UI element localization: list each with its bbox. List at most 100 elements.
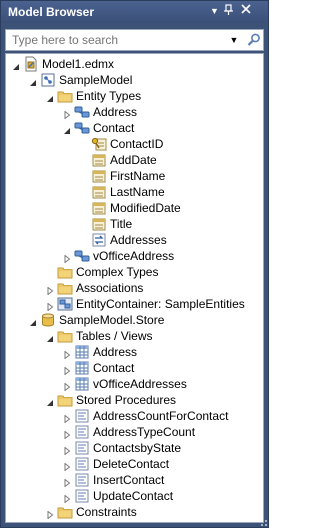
search-bar: ▼: [5, 29, 264, 51]
tree-item-label: AddressCountForContact: [93, 409, 229, 423]
tree-item[interactable]: InsertContact: [6, 472, 263, 488]
folder-icon: [57, 392, 73, 408]
tree-item[interactable]: ModifiedDate: [6, 200, 263, 216]
tree-item-label: Tables / Views: [76, 329, 153, 343]
stored-procedure-icon: [74, 408, 90, 424]
tree-item-label: Associations: [76, 281, 144, 295]
collapsed-arrow-icon[interactable]: [63, 428, 71, 440]
expanded-arrow-icon[interactable]: [46, 396, 54, 406]
tree-item[interactable]: AddDate: [6, 152, 263, 168]
collapsed-arrow-icon[interactable]: [63, 492, 71, 504]
tree-item-label: UpdateContact: [93, 489, 174, 503]
tree-item[interactable]: FirstName: [6, 168, 263, 184]
expanded-arrow-icon[interactable]: [63, 124, 71, 134]
entity-type-icon: [74, 120, 90, 136]
tree-item-label: SampleModel: [59, 73, 133, 87]
tree-item[interactable]: Entity Types: [6, 88, 263, 104]
tree-item[interactable]: Address: [6, 104, 263, 120]
conceptual-model-icon: [40, 72, 56, 88]
tree-item[interactable]: LastName: [6, 184, 263, 200]
tree-item-label: AddDate: [110, 153, 157, 167]
stored-procedure-icon: [74, 488, 90, 504]
tree-item-label: Address: [93, 345, 138, 359]
tree-item-label: SampleModel.Store: [59, 313, 165, 327]
collapsed-arrow-icon[interactable]: [46, 284, 54, 296]
tree-item[interactable]: Address: [6, 344, 263, 360]
tree-item[interactable]: ContactsbyState: [6, 440, 263, 456]
tree-item-label: Constraints: [76, 505, 137, 519]
resize-grip-icon[interactable]: [258, 517, 268, 527]
panel-title: Model Browser: [8, 5, 95, 19]
model-browser-window: Model Browser ▼ ▼ Model1.edmx SampleModel…: [0, 0, 269, 528]
tree-item[interactable]: Contact: [6, 360, 263, 376]
tree-item-label: AddressTypeCount: [93, 425, 196, 439]
tree-item-label: Model1.edmx: [42, 57, 115, 71]
model-tree: Model1.edmx SampleModel Entity Types Addres…: [5, 53, 264, 523]
tree-item[interactable]: UpdateContact: [6, 488, 263, 504]
navigation-property-icon: [91, 232, 107, 248]
tree-item-label: Contact: [93, 361, 135, 375]
expanded-arrow-icon[interactable]: [46, 92, 54, 102]
tree-item[interactable]: EntityContainer: SampleEntities: [6, 296, 263, 312]
dropdown-arrow-icon[interactable]: ▼: [207, 4, 222, 19]
tree-item[interactable]: Model1.edmx: [6, 56, 263, 72]
tree-item-label: Title: [110, 217, 133, 231]
tree-item[interactable]: vOfficeAddresses: [6, 376, 263, 392]
tree-item-label: DeleteContact: [93, 457, 170, 471]
collapsed-arrow-icon[interactable]: [63, 380, 71, 392]
folder-icon: [57, 504, 73, 520]
tree-item[interactable]: Constraints: [6, 504, 263, 520]
collapsed-arrow-icon[interactable]: [63, 476, 71, 488]
property-icon: [91, 200, 107, 216]
collapsed-arrow-icon[interactable]: [63, 444, 71, 456]
tree-item[interactable]: Associations: [6, 280, 263, 296]
tree-item[interactable]: SampleModel: [6, 72, 263, 88]
collapsed-arrow-icon[interactable]: [46, 508, 54, 520]
tree-item-label: FirstName: [110, 169, 166, 183]
close-icon[interactable]: [238, 4, 253, 19]
tree-item[interactable]: ContactID: [6, 136, 263, 152]
tree-item[interactable]: DeleteContact: [6, 456, 263, 472]
stored-procedure-icon: [74, 424, 90, 440]
search-dropdown-icon[interactable]: ▼: [228, 32, 240, 48]
stored-procedure-icon: [74, 472, 90, 488]
property-icon: [91, 152, 107, 168]
tree-item[interactable]: Contact: [6, 120, 263, 136]
tree-item-label: Addresses: [110, 233, 167, 247]
search-icon[interactable]: [246, 32, 262, 48]
search-input[interactable]: [8, 31, 230, 49]
title-bar: Model Browser ▼: [1, 1, 268, 23]
tree-item[interactable]: Stored Procedures: [6, 392, 263, 408]
expanded-arrow-icon[interactable]: [12, 60, 20, 70]
edmx-file-icon: [23, 56, 39, 72]
tree-item[interactable]: Title: [6, 216, 263, 232]
entity-type-icon: [74, 104, 90, 120]
tree-item-label: vOfficeAddresses: [93, 377, 187, 391]
tree-item-label: Entity Types: [76, 89, 142, 103]
database-icon: [40, 312, 56, 328]
collapsed-arrow-icon[interactable]: [63, 252, 71, 264]
tree-item-label: Complex Types: [76, 265, 159, 279]
property-icon: [91, 184, 107, 200]
tree-item[interactable]: AddressCountForContact: [6, 408, 263, 424]
tree-item-label: ModifiedDate: [110, 201, 181, 215]
folder-icon: [57, 264, 73, 280]
pin-icon[interactable]: [221, 4, 236, 19]
key-property-icon: [91, 136, 107, 152]
expanded-arrow-icon[interactable]: [29, 76, 37, 86]
tree-item[interactable]: AddressTypeCount: [6, 424, 263, 440]
tree-item[interactable]: SampleModel.Store: [6, 312, 263, 328]
property-icon: [91, 216, 107, 232]
tree-item[interactable]: Addresses: [6, 232, 263, 248]
tree-item[interactable]: Tables / Views: [6, 328, 263, 344]
collapsed-arrow-icon[interactable]: [63, 348, 71, 360]
collapsed-arrow-icon[interactable]: [46, 300, 54, 312]
collapsed-arrow-icon[interactable]: [63, 412, 71, 424]
expanded-arrow-icon[interactable]: [46, 332, 54, 342]
collapsed-arrow-icon[interactable]: [63, 460, 71, 472]
tree-item[interactable]: Complex Types: [6, 264, 263, 280]
expanded-arrow-icon[interactable]: [29, 316, 37, 326]
collapsed-arrow-icon[interactable]: [63, 108, 71, 120]
tree-item[interactable]: vOfficeAddress: [6, 248, 263, 264]
collapsed-arrow-icon[interactable]: [63, 364, 71, 376]
